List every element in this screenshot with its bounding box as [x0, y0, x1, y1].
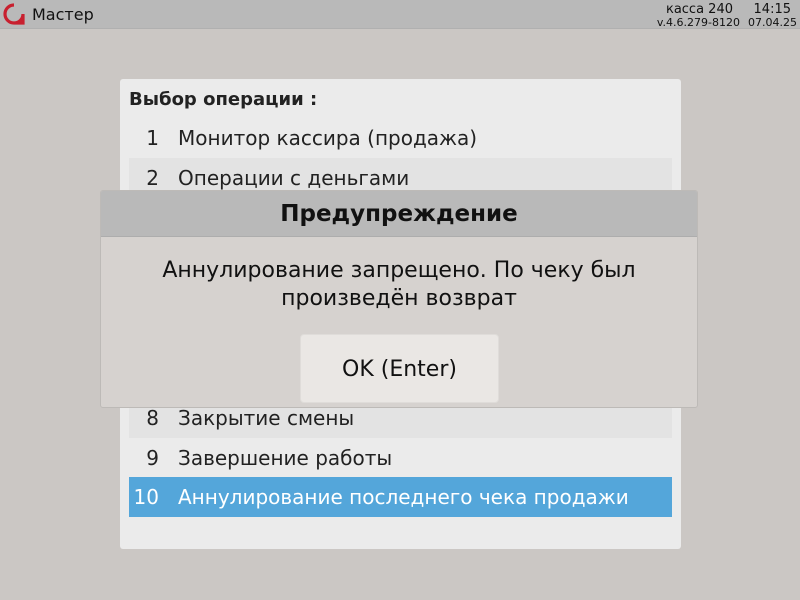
dialog-message-line-1: Аннулирование запрещено. По чеку был: [162, 258, 636, 283]
menu-item-label: Аннулирование последнего чека продажи: [178, 485, 629, 509]
clock-time: 14:15: [753, 2, 791, 17]
app-title: Мастер: [32, 5, 94, 24]
dialog-message-line-2: произведён возврат: [281, 286, 517, 311]
menu-item-number: 1: [146, 126, 159, 150]
menu-item-label: Операции с деньгами: [178, 166, 410, 190]
menu-item-label: Монитор кассира (продажа): [178, 126, 478, 150]
menu-item-number: 10: [133, 485, 159, 509]
app-logo-icon: [3, 3, 25, 25]
top-bar: Мастер касса 240 14:15 v.4.6.279-8120 07…: [0, 0, 800, 29]
menu-item-cancel-last-receipt[interactable]: 10 Аннулирование последнего чека продажи: [129, 477, 672, 517]
menu-item-label: Завершение работы: [178, 446, 393, 470]
clock-date: 07.04.25: [748, 16, 797, 29]
version-label: v.4.6.279-8120: [656, 16, 740, 29]
dialog-header: Предупреждение: [101, 191, 697, 237]
dialog-message: Аннулирование запрещено. По чеку был про…: [121, 257, 677, 313]
menu-item-number: 8: [146, 406, 159, 430]
dialog-title: Предупреждение: [280, 201, 518, 227]
menu-item-number: 2: [146, 166, 159, 190]
register-label: касса 240: [665, 2, 733, 17]
menu-item-shutdown[interactable]: 9 Завершение работы: [129, 438, 672, 478]
warning-dialog: Предупреждение Аннулирование запрещено. …: [100, 190, 698, 408]
ok-button[interactable]: OK (Enter): [300, 334, 499, 403]
menu-title: Выбор операции :: [129, 89, 318, 110]
menu-item-label: Закрытие смены: [178, 406, 355, 430]
menu-item-cashier-monitor[interactable]: 1 Монитор кассира (продажа): [129, 118, 672, 158]
menu-item-number: 9: [146, 446, 159, 470]
